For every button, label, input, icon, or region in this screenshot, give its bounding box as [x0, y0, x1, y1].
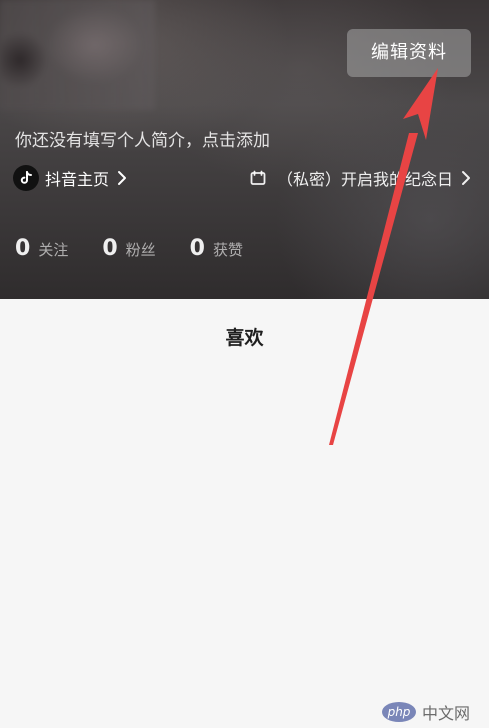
followers-label: 粉丝: [125, 241, 156, 259]
followers-stat[interactable]: 0 粉丝: [102, 236, 155, 261]
douyin-logo-icon: [13, 165, 39, 191]
profile-content: 喜欢: [0, 299, 489, 728]
watermark-text: 中文网: [422, 704, 471, 723]
watermark: php 中文网: [382, 700, 470, 724]
php-logo-icon: php: [382, 702, 416, 722]
following-label: 关注: [38, 241, 69, 259]
anniversary-label: （私密）开启我的纪念日: [277, 170, 454, 189]
following-stat[interactable]: 0 关注: [15, 236, 68, 261]
likes-received-label: 获赞: [212, 241, 243, 259]
tab-likes[interactable]: 喜欢: [0, 323, 489, 350]
douyin-home-link[interactable]: 抖音主页: [13, 164, 129, 192]
edit-profile-button[interactable]: 编辑资料: [347, 29, 471, 77]
profile-header: 编辑资料 你还没有填写个人简介，点击添加 抖音主页 （私密）开启我的纪念日 0 …: [0, 0, 489, 299]
following-count: 0: [15, 236, 31, 261]
bio-text[interactable]: 你还没有填写个人简介，点击添加: [15, 126, 270, 151]
likes-received-stat[interactable]: 0 获赞: [190, 236, 243, 261]
chevron-right-icon: [115, 169, 129, 187]
avatar[interactable]: [0, 0, 155, 110]
profile-stats: 0 关注 0 粉丝 0 获赞: [15, 236, 277, 266]
calendar-icon: [249, 169, 267, 187]
likes-received-count: 0: [189, 236, 205, 261]
chevron-right-icon: [459, 169, 473, 187]
douyin-home-label: 抖音主页: [45, 170, 110, 189]
anniversary-link[interactable]: （私密）开启我的纪念日: [249, 164, 473, 192]
followers-count: 0: [102, 236, 118, 261]
profile-links-row: 抖音主页 （私密）开启我的纪念日: [13, 164, 473, 192]
